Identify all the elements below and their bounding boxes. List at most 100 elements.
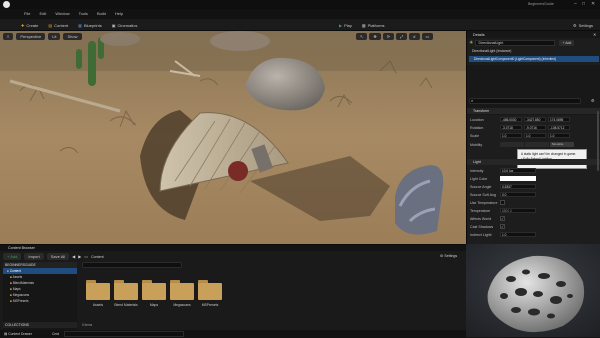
collections-header[interactable]: COLLECTIONS — [3, 322, 77, 328]
rock-preview — [466, 244, 600, 337]
indirect-lighting-field[interactable]: 1.0 — [500, 232, 536, 237]
menu-help[interactable]: Help — [115, 11, 123, 16]
scale-x[interactable]: 1.0 — [500, 133, 522, 138]
location-z[interactable]: 174.0895 — [548, 117, 570, 122]
light-section-header[interactable]: Light — [467, 159, 600, 165]
select-tool-icon[interactable]: ↖ — [356, 33, 368, 40]
source-soft-angle-field[interactable]: 0.0 — [500, 192, 536, 197]
cast-shadows-checkbox[interactable]: ✓ — [500, 224, 505, 229]
rotate-tool-icon[interactable]: ⟳ — [382, 33, 395, 40]
scale-y[interactable]: 1.0 — [524, 133, 546, 138]
intensity-field[interactable]: 10.0 lux — [500, 168, 536, 173]
folder-assets[interactable] — [86, 280, 110, 300]
rotation-z[interactable]: -108.5712 — [548, 125, 570, 130]
camera-speed-icon[interactable]: ▭ — [421, 33, 434, 40]
cast-shadows-row: Cast Shadows ✓ — [470, 224, 505, 229]
perspective-button[interactable]: Perspective — [16, 33, 46, 40]
details-settings-icon[interactable]: ⚙ — [591, 98, 595, 103]
rotation-y[interactable]: -9.0716 — [524, 125, 546, 130]
cb-save-all-button[interactable]: Save All — [46, 253, 70, 260]
details-tab[interactable]: Details — [473, 33, 485, 37]
cb-status-text: 5 items — [82, 323, 93, 327]
intensity-row: Intensity 10.0 lux — [470, 167, 597, 174]
lit-mode-button[interactable]: Lit — [48, 33, 61, 40]
cb-import-button[interactable]: Import — [24, 253, 44, 260]
cmd-dropdown[interactable]: Cmd — [52, 332, 59, 336]
close-icon[interactable]: ✕ — [593, 32, 596, 37]
folder-mspresets[interactable] — [198, 280, 222, 300]
component-root-item[interactable]: DirectionalLight (Instance) — [469, 49, 599, 55]
scale-tool-icon[interactable]: ⤢ — [396, 33, 408, 40]
details-scrollbar[interactable] — [597, 111, 599, 171]
affects-world-row: Affects World ✓ — [470, 216, 505, 221]
search-icon: ⌕ — [471, 98, 474, 103]
menu-file[interactable]: File — [24, 11, 30, 16]
play-icon: ▶ — [339, 23, 343, 28]
settings-button[interactable]: ⚙ Settings — [570, 22, 596, 29]
source-angle-row: Source Angle 0.5357 — [470, 183, 597, 190]
location-y[interactable]: -3427.850 — [524, 117, 546, 122]
title-bar: BeginnersGuide – □ ✕ — [0, 0, 600, 9]
create-button[interactable]: ✚ Create — [18, 22, 41, 29]
location-x[interactable]: -486.0030 — [500, 117, 522, 122]
mobility-movable-button[interactable]: Movable — [550, 142, 574, 147]
content-browser-tab[interactable]: Content Browser — [8, 246, 35, 250]
temperature-field[interactable]: 6500.0 — [500, 208, 536, 213]
menu-tools[interactable]: Tools — [79, 11, 88, 16]
menu-edit[interactable]: Edit — [39, 11, 46, 16]
blueprint-icon: ▦ — [78, 23, 82, 28]
create-icon: ✚ — [21, 23, 25, 28]
play-button[interactable]: ▶ Play — [336, 22, 355, 29]
source-angle-field[interactable]: 0.5357 — [500, 184, 536, 189]
transform-section-header[interactable]: Transform — [467, 108, 600, 114]
component-item-selected[interactable]: DirectionalLightComponent0 (LightCompone… — [469, 56, 599, 62]
menu-build[interactable]: Build — [97, 11, 106, 16]
scale-z[interactable]: 1.0 — [548, 133, 570, 138]
light-color-swatch[interactable] — [500, 176, 536, 181]
maximize-button[interactable]: □ — [582, 1, 585, 7]
mobility-static-button[interactable] — [500, 142, 524, 147]
grid-snap-icon[interactable]: # — [409, 33, 420, 40]
console-input[interactable] — [64, 331, 184, 337]
folder-megascans[interactable] — [170, 280, 194, 300]
minimize-button[interactable]: – — [574, 1, 577, 7]
show-button[interactable]: Show — [63, 33, 82, 40]
cinematics-button[interactable]: ▣ Cinematics — [109, 22, 141, 29]
move-tool-icon[interactable]: ✥ — [369, 33, 381, 40]
use-temperature-checkbox[interactable] — [500, 200, 505, 205]
cb-path-breadcrumb[interactable]: Content — [91, 255, 104, 259]
clapper-icon: ▣ — [111, 23, 116, 28]
mobility-stationary-button[interactable] — [525, 142, 549, 147]
actor-name-field[interactable]: DirectionalLight — [475, 40, 556, 46]
menu-window[interactable]: Window — [55, 11, 69, 16]
folder-blend-materials[interactable] — [114, 280, 138, 300]
add-component-button[interactable]: + Add — [559, 40, 575, 46]
blueprints-button[interactable]: ▦ Blueprints — [75, 22, 105, 29]
details-search-bar[interactable] — [469, 98, 581, 104]
viewport-options-button[interactable]: ≡ — [3, 33, 14, 40]
platforms-button[interactable]: ▩ Platforms — [359, 22, 388, 29]
light-color-row: Light Color — [470, 175, 597, 182]
tree-item-mspresets[interactable]: ■ MSPresets — [3, 298, 77, 304]
close-button[interactable]: ✕ — [591, 1, 595, 7]
level-viewport[interactable]: ≡ Perspective Lit Show ↖ ✥ ⟳ ⤢ # ▭ — [0, 31, 466, 244]
location-row: Location -486.0030 -3427.850 174.0895 — [470, 116, 597, 123]
content-button[interactable]: ▤ Content — [45, 22, 71, 29]
indirect-lighting-row: Indirect Lighti 1.0 — [470, 231, 597, 238]
folder-icon: ■ — [10, 299, 12, 303]
back-arrow-icon[interactable]: ◀ — [72, 254, 75, 259]
affects-world-checkbox[interactable]: ✓ — [500, 216, 505, 221]
drawer-icon: ▤ — [4, 332, 8, 336]
cb-add-button[interactable]: + Add — [3, 253, 22, 260]
cb-settings-button[interactable]: ⚙ Settings — [440, 254, 457, 258]
temperature-row: Temperature 6500.0 — [470, 207, 597, 214]
content-drawer-button[interactable]: ▤ Content Drawer — [4, 332, 32, 336]
porous-rock-model — [466, 244, 600, 337]
folder-icon: ■ — [7, 269, 9, 273]
folder-maps[interactable] — [142, 280, 166, 300]
cb-search-input[interactable] — [82, 262, 182, 268]
rotation-x[interactable]: -3.0718 — [500, 125, 522, 130]
folder-icon: ■ — [10, 281, 12, 285]
main-toolbar: ✚ Create ▤ Content ▦ Blueprints ▣ Cinematics… — [0, 19, 600, 31]
forward-arrow-icon[interactable]: ▶ — [78, 254, 81, 259]
